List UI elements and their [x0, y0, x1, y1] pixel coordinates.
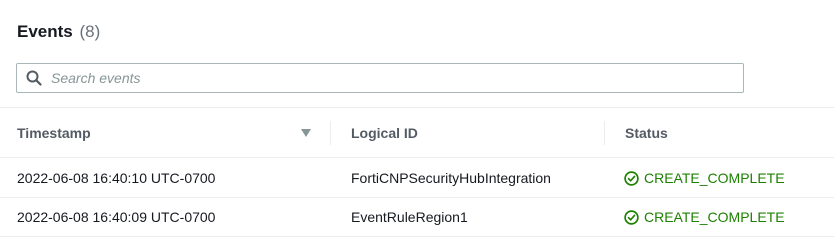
column-header-logical-id[interactable]: Logical ID: [351, 108, 418, 157]
table-header: Timestamp Logical ID Status: [0, 108, 834, 158]
table-row: 2022-06-08 16:40:09 UTC-0700 EventRuleRe…: [0, 198, 834, 237]
column-header-timestamp[interactable]: Timestamp: [17, 108, 91, 157]
column-header-logical-id-label: Logical ID: [351, 124, 418, 141]
status-label: CREATE_COMPLETE: [644, 209, 785, 225]
events-panel: Events (8) Timestamp Logical ID Status 2…: [0, 0, 834, 240]
status-label: CREATE_COMPLETE: [644, 170, 785, 186]
column-divider[interactable]: [604, 121, 605, 145]
search-box[interactable]: [16, 63, 744, 93]
status-cell: CREATE_COMPLETE: [624, 159, 785, 197]
events-count: (8): [79, 22, 101, 41]
timestamp-cell: 2022-06-08 16:40:09 UTC-0700: [17, 209, 216, 225]
check-circle-icon: [624, 209, 639, 225]
search-input[interactable]: [51, 70, 731, 86]
check-circle-icon: [624, 170, 639, 186]
column-header-status[interactable]: Status: [625, 108, 668, 157]
events-title: Events: [17, 22, 73, 41]
column-header-timestamp-label: Timestamp: [17, 124, 91, 141]
search-icon: [25, 69, 43, 87]
column-header-status-label: Status: [625, 124, 668, 141]
logical-id-cell: FortiCNPSecurityHubIntegration: [351, 170, 551, 186]
column-divider[interactable]: [330, 121, 331, 145]
status-cell: CREATE_COMPLETE: [624, 198, 785, 236]
timestamp-cell: 2022-06-08 16:40:10 UTC-0700: [17, 170, 216, 186]
events-header: Events (8): [17, 22, 100, 42]
logical-id-cell: EventRuleRegion1: [351, 209, 468, 225]
table-row: 2022-06-08 16:40:10 UTC-0700 FortiCNPSec…: [0, 159, 834, 198]
caret-down-icon[interactable]: [300, 127, 312, 139]
